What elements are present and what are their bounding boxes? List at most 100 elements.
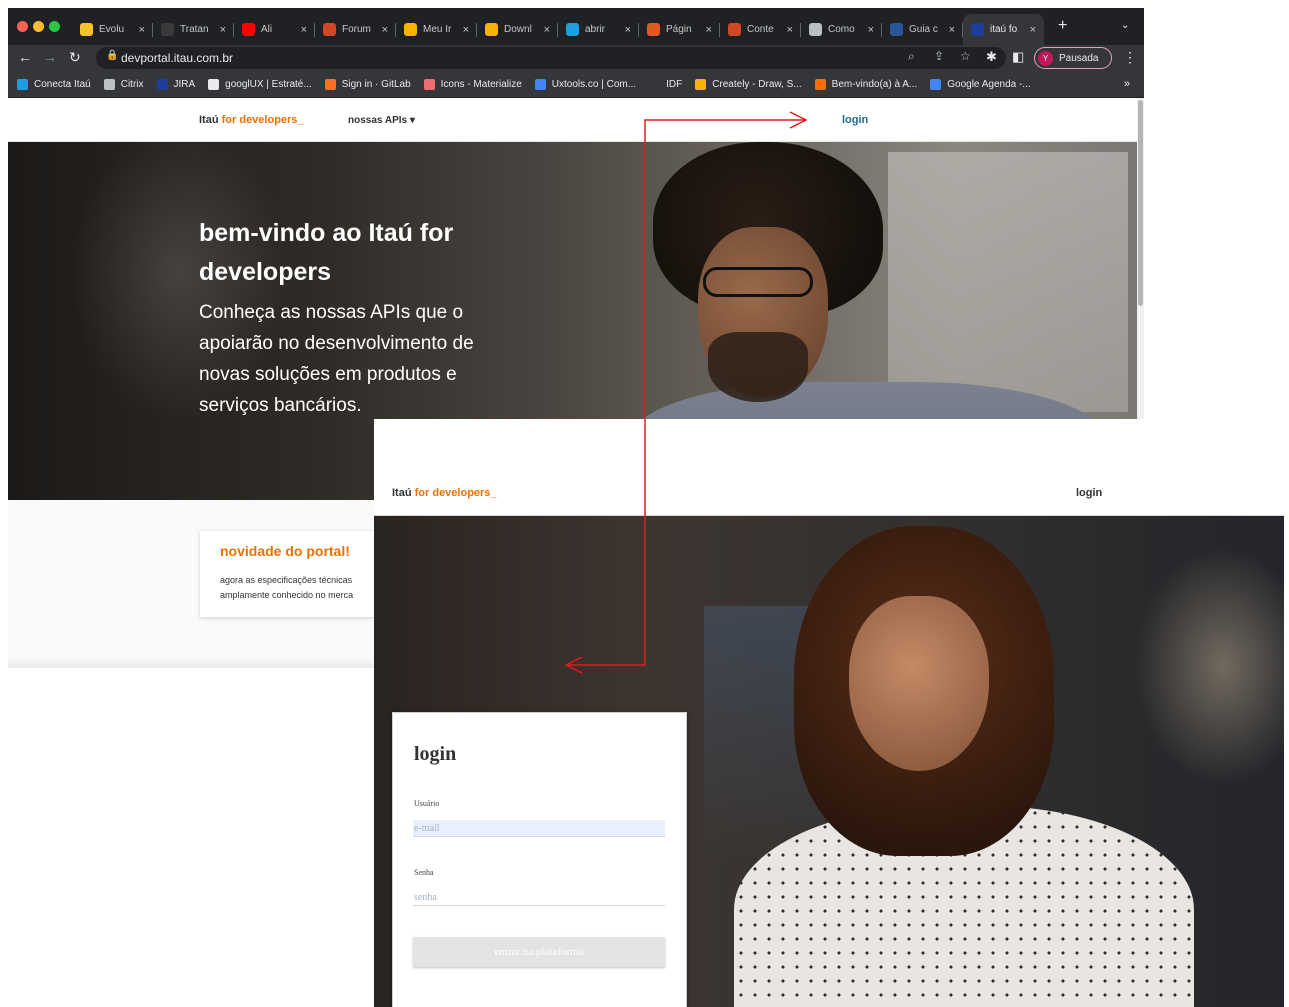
tab-close-icon[interactable]: × [544, 24, 550, 36]
bookmark-item[interactable]: Uxtools.co | Com... [534, 78, 636, 90]
header-login-link[interactable]: login [842, 114, 868, 126]
bookmark-item[interactable]: JIRA [156, 78, 195, 90]
login-submit-button[interactable]: entrar na plataforma [413, 937, 665, 967]
password-field-label: Senha [414, 868, 434, 877]
bookmark-label: IDF [666, 78, 683, 90]
bookmark-item[interactable]: Sign in · GitLab [324, 78, 411, 90]
tab-close-icon[interactable]: × [868, 24, 874, 36]
email-field[interactable] [413, 820, 665, 837]
tab-search-button[interactable]: ⌄ [1121, 20, 1129, 31]
lock-icon: 🔒 [106, 50, 119, 61]
tab-close-icon[interactable]: × [463, 24, 469, 36]
browser-tab[interactable]: Guia c × [882, 14, 963, 45]
bookmark-label: Creately - Draw, S... [712, 78, 802, 90]
tab-close-icon[interactable]: × [949, 24, 955, 36]
tab-favicon-icon [242, 23, 255, 36]
share-icon[interactable]: ⇪ [934, 49, 944, 63]
profile-status-label: Pausada [1059, 52, 1099, 64]
bookmark-label: Citrix [120, 78, 144, 90]
browser-tab[interactable]: Evolu × [72, 14, 153, 45]
news-card: novidade do portal! agora as especificaç… [200, 531, 400, 617]
tab-title: itaú fo [990, 24, 1018, 35]
photo-person-face [849, 596, 989, 771]
bookmark-favicon-icon [423, 78, 435, 90]
browser-tab[interactable]: itaú fo × [963, 14, 1044, 45]
tab-favicon-icon [971, 23, 984, 36]
bookmarks-overflow-icon[interactable]: » [1124, 78, 1130, 90]
password-field[interactable] [413, 889, 665, 906]
tab-close-icon[interactable]: × [625, 24, 631, 36]
bookmark-favicon-icon [695, 78, 707, 90]
tab-close-icon[interactable]: × [1030, 24, 1036, 36]
bookmark-favicon-icon [534, 78, 546, 90]
composite-canvas: Evolu × Tratan × Ali × Forum × Meu Ir × Downl × abri… [0, 0, 1289, 1007]
profile-button[interactable]: Y Pausada [1034, 47, 1112, 69]
bookmark-item[interactable]: IDF [649, 78, 683, 90]
browser-tab[interactable]: Meu Ir × [396, 14, 477, 45]
bookmark-favicon-icon [156, 78, 168, 90]
tab-close-icon[interactable]: × [139, 24, 145, 36]
bookmark-label: Sign in · GitLab [341, 78, 411, 90]
tab-close-icon[interactable]: × [220, 24, 226, 36]
browser-tab[interactable]: Downl × [477, 14, 558, 45]
bookmark-favicon-icon [814, 78, 826, 90]
tab-favicon-icon [404, 23, 417, 36]
tab-title: Págin [666, 24, 692, 35]
browser-menu-icon[interactable]: ⋮ [1123, 49, 1137, 66]
bookmark-item[interactable]: Icons - Materialize [423, 78, 522, 90]
browser-tab[interactable]: Tratan × [153, 14, 234, 45]
tab-favicon-icon [890, 23, 903, 36]
site-brand-logo[interactable]: Itaú for developers_ [199, 114, 304, 126]
bookmark-star-icon[interactable]: ☆ [960, 49, 971, 63]
page-scrollbar-thumb[interactable] [1138, 100, 1143, 306]
extensions-puzzle-icon[interactable]: ✱ [986, 49, 997, 65]
forward-arrow-icon[interactable]: → [43, 49, 57, 65]
login-page-header: Itaú for developers_ login [374, 419, 1284, 516]
bookmark-favicon-icon [324, 78, 336, 90]
tab-title: Downl [504, 24, 532, 35]
browser-tab[interactable]: Conte × [720, 14, 801, 45]
reload-icon[interactable]: ↻ [69, 49, 81, 66]
zoom-icon[interactable]: ⌕ [908, 49, 915, 64]
address-bar[interactable]: 🔒 devportal.itau.com.br ⌕ ⇪ ☆ [96, 47, 1006, 69]
bookmark-item[interactable]: Creately - Draw, S... [695, 78, 802, 90]
bookmark-item[interactable]: Bem-vindo(a) à A... [814, 78, 917, 90]
login-page-login-link[interactable]: login [1076, 487, 1102, 499]
hero-title: bem-vindo ao Itaú for developers [199, 219, 454, 286]
nav-apis-dropdown[interactable]: nossas APIs ▾ [348, 115, 415, 126]
bookmark-item[interactable]: Conecta Itaú [17, 78, 91, 90]
browser-tab[interactable]: Págin × [639, 14, 720, 45]
bookmark-item[interactable]: Citrix [103, 78, 144, 90]
login-card: login Usuário Senha entrar na plataforma [392, 712, 687, 1007]
bookmark-favicon-icon [649, 78, 661, 90]
browser-tab[interactable]: abrir × [558, 14, 639, 45]
login-card-title: login [414, 743, 457, 765]
news-title: novidade do portal! [220, 543, 350, 559]
tab-favicon-icon [485, 23, 498, 36]
tab-close-icon[interactable]: × [382, 24, 388, 36]
login-brand-logo[interactable]: Itaú for developers_ [392, 487, 497, 499]
tab-strip: Evolu × Tratan × Ali × Forum × Meu Ir × Downl × abri… [72, 14, 1044, 45]
tab-favicon-icon [323, 23, 336, 36]
browser-tab[interactable]: Como × [801, 14, 882, 45]
minimize-window-dot[interactable] [33, 21, 44, 32]
side-panel-icon[interactable]: ◧ [1012, 49, 1024, 65]
tab-favicon-icon [647, 23, 660, 36]
tab-title: Evolu [99, 24, 125, 35]
maximize-window-dot[interactable] [49, 21, 60, 32]
brand-suffix: for developers_ [221, 114, 304, 126]
browser-tab[interactable]: Ali × [234, 14, 315, 45]
site-header: Itaú for developers_ nossas APIs ▾ login [8, 98, 1137, 142]
new-tab-button[interactable]: + [1058, 17, 1067, 35]
tab-close-icon[interactable]: × [787, 24, 793, 36]
browser-tab[interactable]: Forum × [315, 14, 396, 45]
bookmark-item[interactable]: googlUX | Estraté... [208, 78, 312, 90]
back-arrow-icon[interactable]: ← [18, 49, 32, 65]
tab-title: Forum [342, 24, 371, 35]
tab-close-icon[interactable]: × [706, 24, 712, 36]
browser-toolbar: ← → ↻ 🔒 devportal.itau.com.br ⌕ ⇪ ☆ ✱ ◧ … [8, 45, 1144, 71]
tab-title: abrir [585, 24, 606, 35]
bookmark-item[interactable]: Google Agenda -... [930, 78, 1031, 90]
close-window-dot[interactable] [17, 21, 28, 32]
tab-close-icon[interactable]: × [301, 24, 307, 36]
